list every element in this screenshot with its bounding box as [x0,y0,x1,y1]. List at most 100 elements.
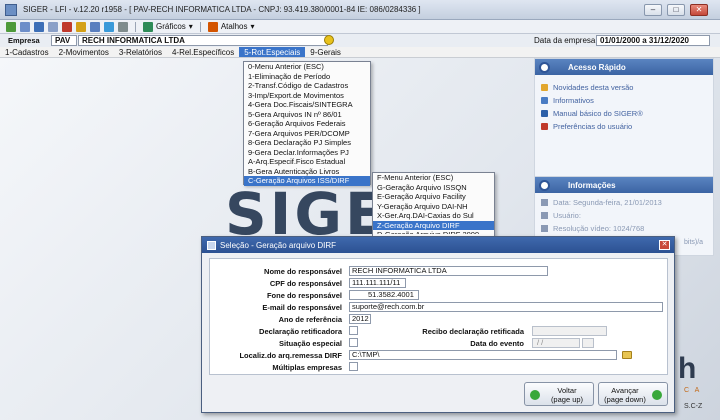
menu-option-selected[interactable]: C-Geração Arquivos ISS/DIRF [244,176,370,186]
graficos-label: Gráficos [156,22,186,31]
menu-cadastros[interactable]: 1-Cadastros [0,47,54,57]
menu-rel-especificos[interactable]: 4-Rel.Específicos [167,47,239,57]
menu-option[interactable]: 9-Gera Declar.Informações PJ [244,148,370,158]
chevron-down-icon: ▾ [250,22,255,31]
minimize-button[interactable]: – [644,4,662,16]
user-icon [541,212,548,219]
menu-relatorios[interactable]: 3-Relatórios [114,47,167,57]
graficos-button[interactable]: Gráficos ▾ [143,21,193,32]
menu-option[interactable]: 7-Gera Arquivos PER/DCOMP [244,129,370,139]
help-icon[interactable] [62,21,72,32]
voltar-sub-label: (page up) [550,395,584,404]
menu-option[interactable]: 3-Imp/Export.de Movimentos [244,91,370,101]
menu-movimentos[interactable]: 2-Movimentos [54,47,114,57]
arrow-circle-icon [539,61,550,73]
local-field[interactable]: C:\TMP\ [349,350,617,360]
multiplas-checkbox[interactable] [349,362,358,371]
avancar-sub-label: (page down) [604,395,646,404]
quick-link-label: Novidades desta versão [553,83,634,92]
submenu-option[interactable]: F-Menu Anterior (ESC) [373,173,494,183]
email-icon[interactable] [104,21,114,32]
chevron-down-icon: ▾ [188,22,193,31]
maximize-button[interactable]: □ [667,4,685,16]
menu-option[interactable]: A-Arq.Especif.Fisco Estadual [244,157,370,167]
app-icon [5,3,17,16]
dirf-dialog: Seleção - Geração arquivo DIRF ✕ Nome do… [201,236,675,413]
cpf-label: CPF do responsável [269,279,342,288]
info-bits-text: bits)/a [684,239,704,246]
company-row: Empresa PAV RECH INFORMATICA LTDA Data d… [0,34,720,47]
tools-icon[interactable] [118,21,128,32]
quick-link-preferencias[interactable]: Preferências do usuário [535,120,713,133]
situacao-checkbox[interactable] [349,338,358,347]
book-icon [541,110,548,117]
quick-link-manual[interactable]: Manual básico do SIGER® [535,107,713,120]
submenu-option[interactable]: E-Geração Arquivo Facility [373,192,494,202]
ano-field[interactable]: 2012 [349,314,371,324]
data-evento-extra[interactable] [582,338,594,348]
user-icon[interactable] [34,21,44,32]
preferences-icon [541,123,548,130]
submenu-option[interactable]: Y-Geração Arquivo DAI-NH [373,202,494,212]
email-label: E-mail do responsável [262,303,342,312]
print-icon[interactable] [90,21,100,32]
menu-gerais[interactable]: 9-Gerais [305,47,346,57]
fone-field[interactable]: 51.3582.4001 [349,290,419,300]
lightning-icon[interactable] [76,21,86,32]
email-field[interactable]: suporte@rech.com.br [349,302,663,312]
dialog-close-button[interactable]: ✕ [659,240,670,250]
avancar-button[interactable]: Avançar (page down) [598,382,668,406]
submenu-option[interactable]: G-Geração Arquivo ISSQN [373,183,494,193]
star-icon [541,84,548,91]
cpf-field[interactable]: 111.111.111/11 [349,278,406,288]
recibo-field[interactable] [532,326,607,336]
menu-option[interactable]: 5-Gera Arquivos IN nº 86/01 [244,110,370,120]
data-empresa-field: 01/01/2000 a 31/12/2020 [596,35,710,46]
info-user-text: Usuário: [553,211,581,220]
data-evento-label: Data do evento [470,339,524,348]
atalhos-label: Atalhos [220,22,248,31]
toolbar-separator [135,21,136,32]
quick-link-informativos[interactable]: Informativos [535,94,713,107]
shortcut-icon [207,21,218,32]
info-header[interactable]: Informações [535,177,713,193]
info-resolution: Resolução vídeo: 1024/768 [535,222,713,235]
folder-icon[interactable] [622,351,632,359]
rech-logo-sub: C A [684,387,702,394]
menu-option[interactable]: 4-Gera Doc.Fiscais/SINTEGRA [244,100,370,110]
empresa-name-field: RECH INFORMATICA LTDA [78,35,328,46]
dialog-form: Nome do responsável RECH INFORMATICA LTD… [209,258,668,375]
arrow-circle-icon [539,179,550,191]
window-title: SIGER - LFI - v.12.20 r1958 - [ PAV-RECH… [23,5,421,14]
menu-option[interactable]: 2-Transf.Código de Cadastros [244,81,370,91]
voltar-button[interactable]: Voltar (page up) [524,382,594,406]
title-bar: SIGER - LFI - v.12.20 r1958 - [ PAV-RECH… [0,0,720,20]
calendar-icon[interactable] [20,21,30,32]
menu-option[interactable]: 1-Eliminação de Período [244,72,370,82]
menubar: 1-Cadastros 2-Movimentos 3-Relatórios 4-… [0,47,720,58]
data-evento-field[interactable]: / / [532,338,580,348]
menu-option[interactable]: 0-Menu Anterior (ESC) [244,62,370,72]
iss-dirf-submenu: F-Menu Anterior (ESC) G-Geração Arquivo … [372,172,495,238]
menu-option[interactable]: B-Gera Autenticação Livros [244,167,370,177]
close-button[interactable]: ✕ [690,4,708,16]
menu-rot-especiais[interactable]: 5-Rot.Especiais [239,47,306,57]
nome-field[interactable]: RECH INFORMATICA LTDA [349,266,548,276]
submenu-option-selected[interactable]: Z-Geração Arquivo DIRF [373,220,494,230]
info-user: Usuário: [535,209,713,222]
empresa-code-field[interactable]: PAV [51,35,77,46]
retificadora-checkbox[interactable] [349,326,358,335]
window-icon[interactable] [48,21,58,32]
menu-option[interactable]: 8-Gera Declaração PJ Simples [244,138,370,148]
submenu-option[interactable]: X-Ger.Arq.DAI-Caxias do Sul [373,211,494,221]
situacao-label: Situação especial [279,339,342,348]
toolbar-separator [199,21,201,32]
search-icon[interactable] [324,35,334,45]
quick-link-novidades[interactable]: Novidades desta versão [535,81,713,94]
quick-access-header[interactable]: Acesso Rápido [535,59,713,75]
menu-option[interactable]: 6-Geração Arquivos Federais [244,119,370,129]
dialog-title-bar[interactable]: Seleção - Geração arquivo DIRF [202,237,674,253]
exit-icon[interactable] [6,21,16,32]
atalhos-button[interactable]: Atalhos ▾ [207,21,255,32]
submenu-option[interactable]: D-Geração Arquivo DIRF 2009 [373,230,494,234]
